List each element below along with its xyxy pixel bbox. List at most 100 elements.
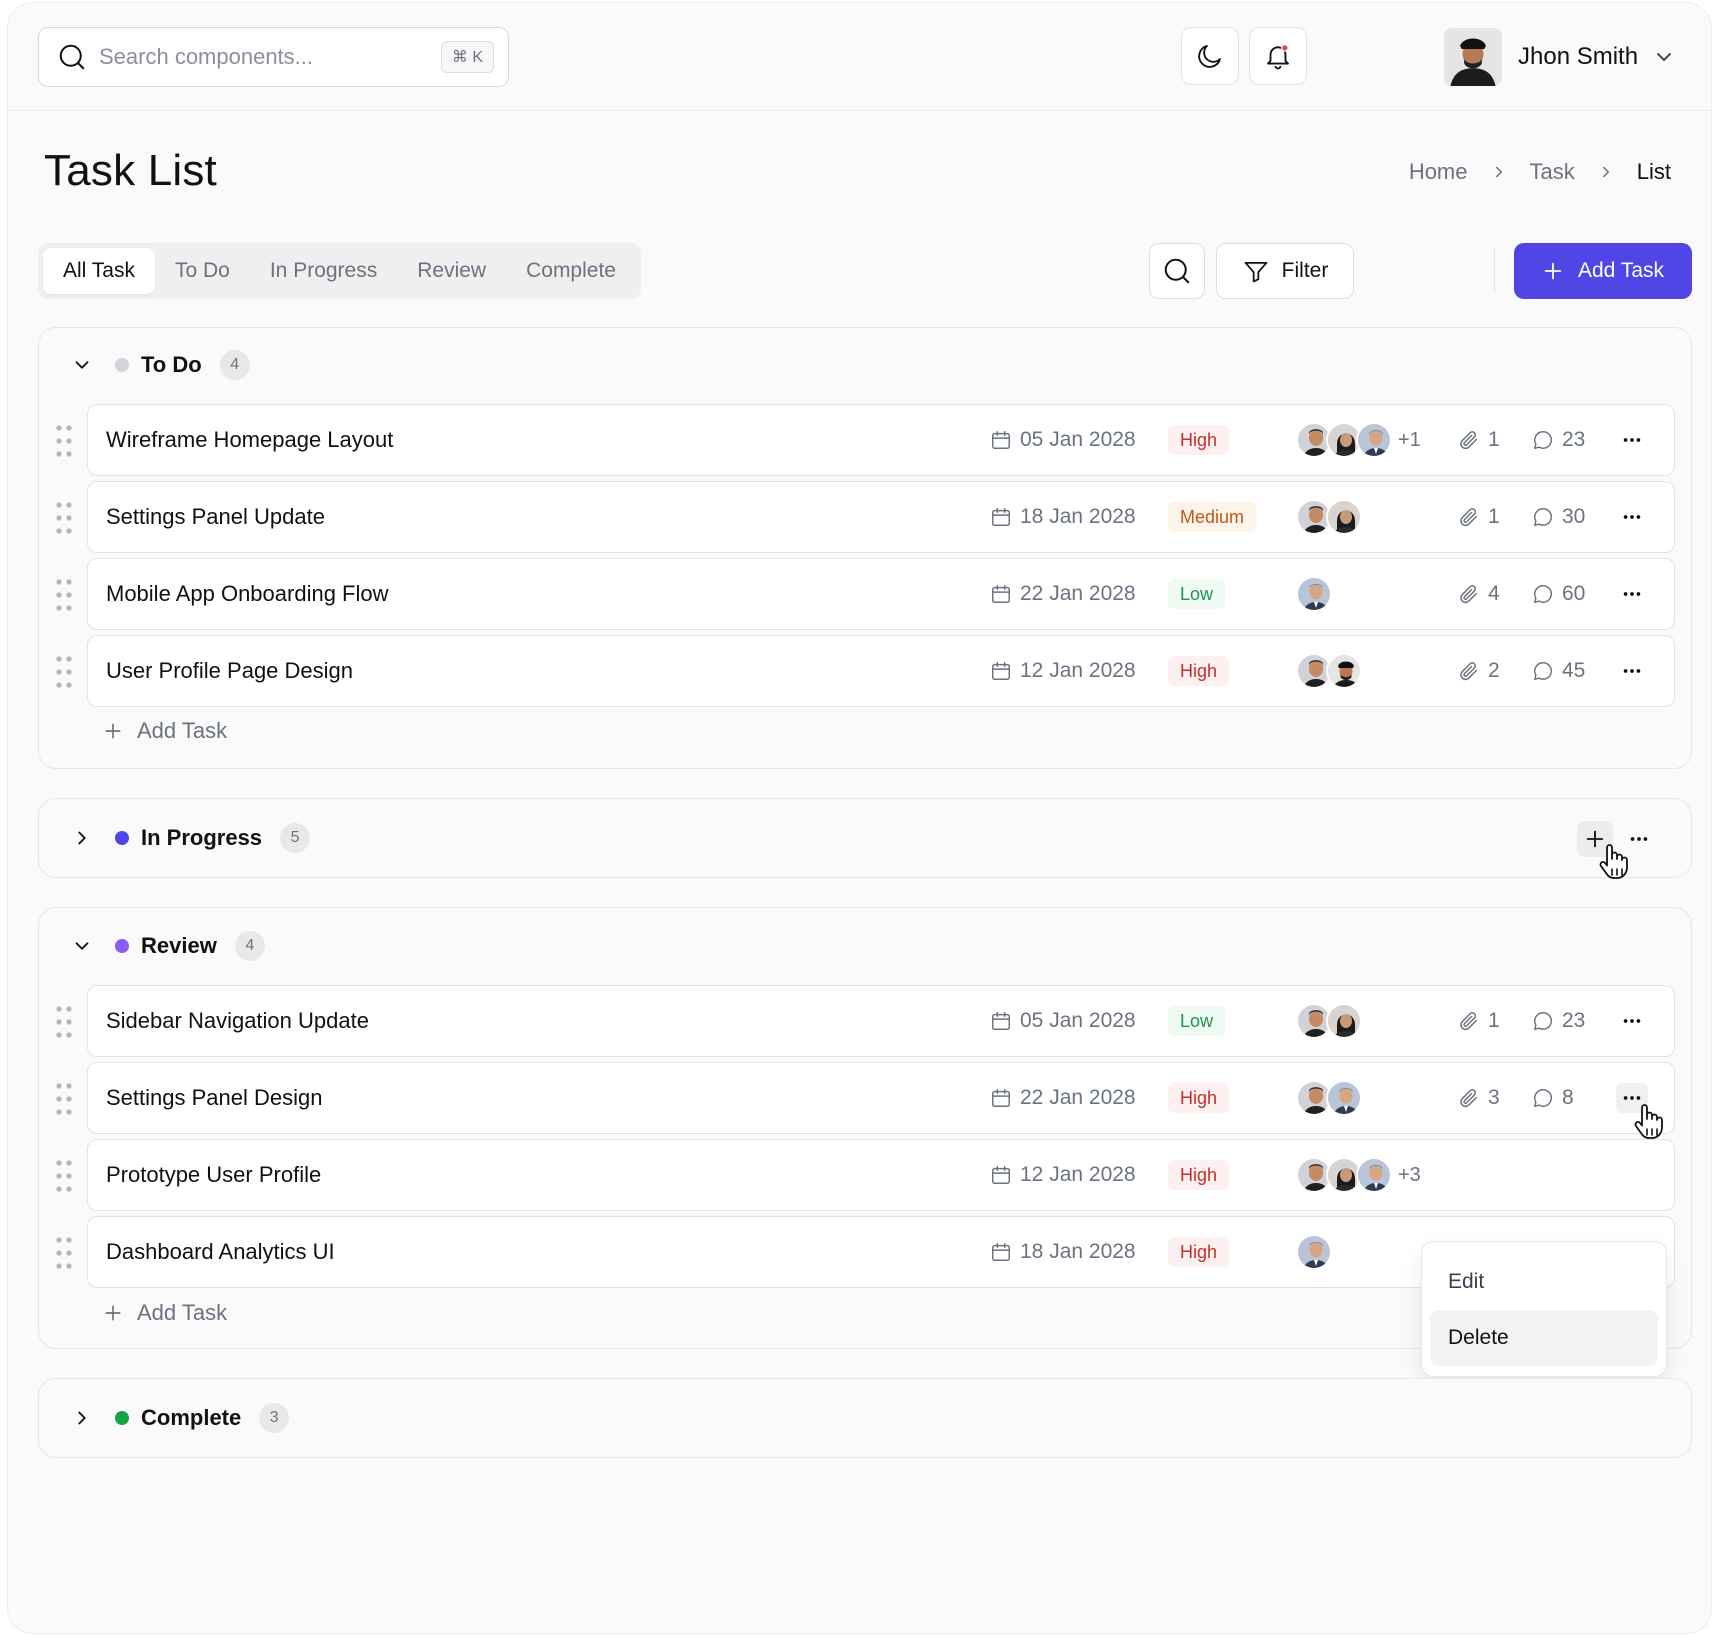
breadcrumb-task[interactable]: Task — [1530, 159, 1575, 185]
task-name: Wireframe Homepage Layout — [106, 427, 394, 452]
tab-review[interactable]: Review — [397, 248, 506, 294]
grip-icon[interactable] — [54, 1235, 74, 1271]
comment-count: 30 — [1562, 505, 1586, 528]
grip-icon[interactable] — [54, 423, 74, 459]
comment-icon — [1532, 660, 1554, 682]
group-header[interactable]: In Progress 5 — [69, 823, 311, 853]
tab-to-do[interactable]: To Do — [155, 248, 250, 294]
task-row[interactable]: Wireframe Homepage Layout 05 Jan 2028 Hi… — [87, 404, 1675, 476]
assignees[interactable]: +1 — [1296, 422, 1421, 458]
add-task-inline-button[interactable]: Add Task — [103, 1300, 227, 1326]
comment-icon — [1532, 429, 1554, 451]
extra-assignees: +1 — [1398, 428, 1421, 451]
user-name: Jhon Smith — [1518, 43, 1639, 70]
task-row[interactable]: Sidebar Navigation Update 05 Jan 2028 Lo… — [87, 985, 1675, 1057]
chevron-right-icon[interactable] — [69, 1407, 95, 1429]
task-row[interactable]: Settings Panel Update 18 Jan 2028 Medium… — [87, 481, 1675, 553]
hand-cursor-icon — [1597, 841, 1631, 881]
comment-icon — [1532, 1087, 1554, 1109]
group-header[interactable]: Review 4 — [69, 931, 265, 961]
attachment-count: 4 — [1488, 582, 1500, 605]
chevron-down-icon[interactable] — [69, 935, 95, 957]
add-task-inline-label: Add Task — [137, 718, 228, 743]
extra-assignees: +3 — [1398, 1163, 1421, 1186]
chevron-right-icon — [1597, 163, 1615, 181]
assignees[interactable]: +3 — [1296, 1157, 1421, 1193]
avatar — [1356, 1157, 1392, 1193]
group-header[interactable]: To Do 4 — [69, 350, 250, 380]
divider — [1494, 249, 1495, 293]
attachment-count: 1 — [1488, 1009, 1500, 1032]
more-icon[interactable] — [1616, 656, 1648, 686]
date-text: 22 Jan 2028 — [1020, 582, 1136, 605]
task-date: 22 Jan 2028 — [990, 559, 1136, 629]
group-name: Review — [141, 933, 217, 958]
calendar-icon — [990, 1010, 1012, 1032]
tab-in-progress[interactable]: In Progress — [250, 248, 397, 294]
group-name: To Do — [141, 352, 202, 377]
date-text: 22 Jan 2028 — [1020, 1086, 1136, 1109]
group-complete: Complete 3 — [38, 1378, 1692, 1458]
assignees[interactable] — [1296, 499, 1362, 535]
more-icon[interactable] — [1616, 425, 1648, 455]
paperclip-icon — [1458, 1087, 1480, 1109]
task-date: 12 Jan 2028 — [990, 636, 1136, 706]
status-dot — [115, 358, 129, 372]
grip-icon[interactable] — [54, 500, 74, 536]
search-bar[interactable]: Search components... ⌘ K — [38, 27, 509, 87]
task-row[interactable]: Settings Panel Design 22 Jan 2028 High 3… — [87, 1062, 1675, 1134]
more-icon[interactable] — [1616, 579, 1648, 609]
user-menu[interactable]: Jhon Smith — [1444, 27, 1676, 87]
status-tabs: All Task To Do In Progress Review Comple… — [38, 243, 641, 299]
filter-button[interactable]: Filter — [1216, 243, 1354, 299]
attachment-count: 1 — [1488, 428, 1500, 451]
grip-icon[interactable] — [54, 577, 74, 613]
more-icon[interactable] — [1616, 502, 1648, 532]
notifications-button[interactable] — [1249, 27, 1307, 85]
comment-icon — [1532, 583, 1554, 605]
menu-item-edit[interactable]: Edit — [1430, 1254, 1658, 1310]
grip-icon[interactable] — [54, 1158, 74, 1194]
page-title: Task List — [44, 146, 217, 195]
add-task-label: Add Task — [1578, 259, 1664, 282]
attachments: 3 — [1458, 1063, 1500, 1133]
assignees[interactable] — [1296, 1080, 1362, 1116]
assignees[interactable] — [1296, 576, 1332, 612]
grip-icon[interactable] — [54, 654, 74, 690]
avatar — [1356, 422, 1392, 458]
task-row[interactable]: Prototype User Profile 12 Jan 2028 High … — [87, 1139, 1675, 1211]
assignees[interactable] — [1296, 1234, 1332, 1270]
add-task-button[interactable]: Add Task — [1514, 243, 1692, 299]
paperclip-icon — [1458, 1010, 1480, 1032]
moon-icon — [1198, 45, 1221, 68]
chevron-right-icon[interactable] — [69, 827, 95, 849]
assignees[interactable] — [1296, 653, 1362, 689]
tab-all-task[interactable]: All Task — [43, 248, 155, 294]
tab-complete[interactable]: Complete — [506, 248, 636, 294]
avatar — [1296, 1234, 1332, 1270]
task-date: 18 Jan 2028 — [990, 1217, 1136, 1287]
add-task-inline-button[interactable]: Add Task — [103, 718, 227, 744]
breadcrumb-home[interactable]: Home — [1409, 159, 1468, 185]
priority-badge: Low — [1168, 1006, 1226, 1036]
group-header[interactable]: Complete 3 — [69, 1403, 290, 1433]
search-icon — [1164, 258, 1190, 284]
task-row[interactable]: Mobile App Onboarding Flow 22 Jan 2028 L… — [87, 558, 1675, 630]
task-name: Settings Panel Update — [106, 504, 325, 529]
shortcut-badge: ⌘ K — [440, 41, 494, 73]
task-date: 18 Jan 2028 — [990, 482, 1136, 552]
more-icon[interactable] — [1616, 1006, 1648, 1036]
theme-toggle-button[interactable] — [1181, 27, 1239, 85]
priority-badge: High — [1168, 1237, 1230, 1267]
context-menu: Edit Delete — [1421, 1241, 1667, 1377]
search-button[interactable] — [1149, 243, 1205, 299]
grip-icon[interactable] — [54, 1004, 74, 1040]
task-row[interactable]: User Profile Page Design 12 Jan 2028 Hig… — [87, 635, 1675, 707]
chevron-down-icon[interactable] — [69, 354, 95, 376]
comments: 60 — [1532, 559, 1585, 629]
comments: 23 — [1532, 986, 1585, 1056]
menu-item-delete[interactable]: Delete — [1430, 1310, 1658, 1366]
avatar — [1326, 499, 1362, 535]
grip-icon[interactable] — [54, 1081, 74, 1117]
assignees[interactable] — [1296, 1003, 1362, 1039]
